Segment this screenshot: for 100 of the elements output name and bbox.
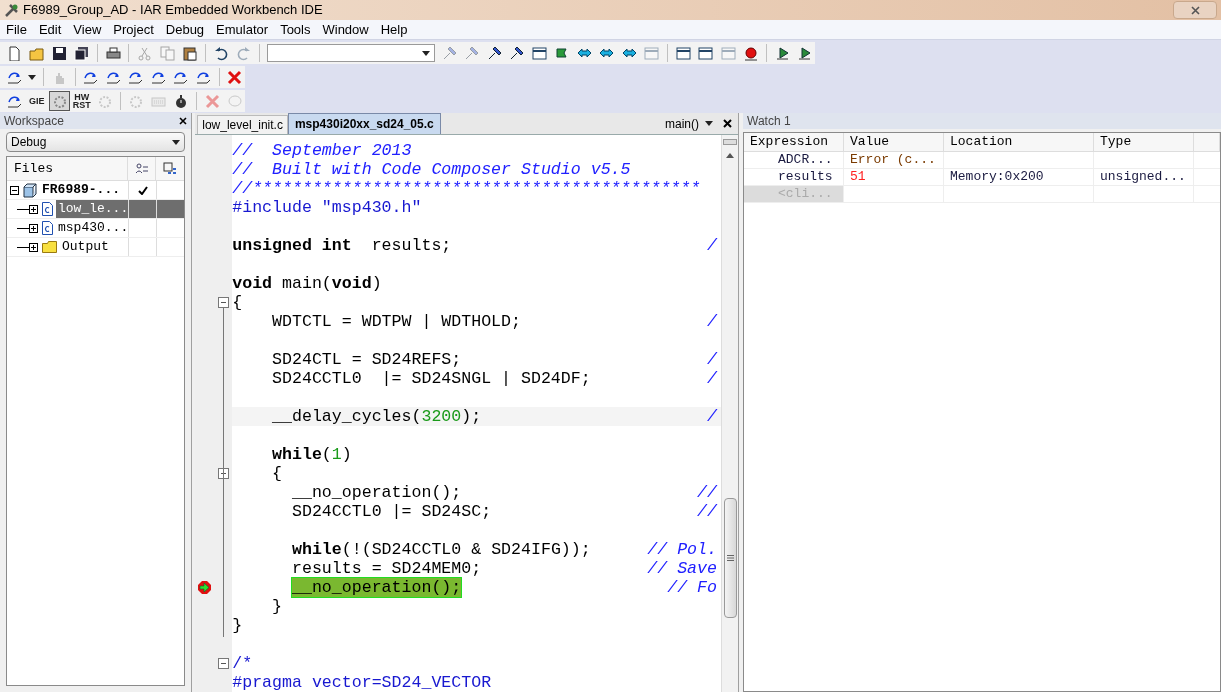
close-icon [1190,5,1200,15]
column-header[interactable]: Expression [744,133,844,151]
minus-icon [220,660,228,667]
breakpoint-icon [743,45,759,61]
caret-icon [421,50,430,56]
function-dropdown[interactable]: main() [661,113,717,134]
tree-item[interactable]: Output [60,238,185,256]
plus-icon [30,205,37,213]
menu-item[interactable]: Project [107,19,160,40]
tree-item[interactable]: low_le... [56,200,185,218]
code-comment: / [707,407,717,426]
cancel-icon [204,93,220,109]
editor-tab[interactable]: low_level_init.c [197,115,288,134]
expand-toggle[interactable] [29,223,38,233]
flag-icon [554,45,570,61]
code-line: WDTCTL = WDTPW | WDTHOLD; [271,312,521,331]
tree-item[interactable]: msp430... [56,219,185,237]
code-line: SD24CTL = SD24REFS; [271,350,462,369]
window-icon [675,45,691,61]
folder-icon [29,45,45,61]
step-icon [105,69,121,85]
column-header[interactable]: Value [844,133,944,151]
build-icon[interactable] [163,161,178,176]
fold-toggle[interactable] [218,658,230,669]
menu-item[interactable]: Help [374,19,414,40]
table-cell: ADCR... [744,152,844,168]
code-line: SD24CCTL0 |= SD24SC; [290,502,492,521]
breakpoint-arrow-icon[interactable] [198,581,212,594]
folder-icon [42,241,57,253]
table-cell: Memory:0x200 [944,169,1094,185]
step-icon [150,69,166,85]
c-file-icon [42,221,53,235]
close-icon[interactable] [723,119,732,128]
code-line: void main(void) [232,274,382,293]
close-button[interactable] [1173,1,1217,19]
redo-icon [236,45,252,61]
collapse-toggle[interactable] [10,185,19,195]
cube-icon [23,182,37,198]
expand-toggle[interactable] [29,242,38,252]
column-header[interactable]: Type [1094,133,1194,151]
tree-item[interactable]: FR6989-... [40,181,185,199]
caret-icon [28,74,37,80]
code-comment: / [707,236,717,255]
code-line: // Built with Code Composer Studio v5.5 [232,160,631,179]
expand-toggle[interactable] [29,204,38,214]
configuration-dropdown[interactable]: Debug [6,132,186,152]
step-icon [195,69,211,85]
code-line: __delay_cycles(3200); [271,407,482,426]
plus-icon [30,243,37,251]
menu-item[interactable]: Edit [32,19,68,40]
pin-icon [486,45,502,61]
c-file-icon [42,202,53,216]
toolbar-button[interactable]: HW RST [71,91,93,111]
scroll-thumb[interactable] [723,498,737,618]
code-comment: / [707,312,717,331]
menu-item[interactable]: Emulator [210,19,275,40]
table-cell: results [744,169,844,185]
close-icon[interactable] [179,117,188,125]
code-line: } [232,616,243,635]
code-comment: // Pol. [647,540,717,559]
split-handle[interactable] [723,139,737,145]
code-line: //********************************************* [232,179,701,198]
panel-title: Workspace [4,113,64,130]
menu-item[interactable]: Tools [274,19,317,40]
caret-icon [705,121,713,126]
menu-item[interactable]: Window [316,19,375,40]
fold-toggle[interactable] [218,297,230,308]
window-icon [720,45,736,61]
step-icon [128,69,144,85]
menu-item[interactable]: Debug [159,19,211,40]
editor-tab[interactable]: msp430i20xx_sd24_05.c [287,113,441,134]
code-line: { [232,293,243,312]
scroll-up-icon[interactable] [726,153,734,158]
step-icon [6,93,22,109]
options-icon[interactable] [134,162,149,175]
pin-icon [441,45,457,61]
scissors-icon [137,45,153,61]
table-cell: 51 [844,169,944,185]
code-line: #include "msp430.h" [232,198,422,217]
code-comment: // Save [647,559,717,578]
pin-icon [509,45,525,61]
code-line: while(!(SD24CCTL0 & SD24IFG)); [290,540,591,559]
tools-app-icon [4,2,19,18]
step-icon [83,69,99,85]
column-header[interactable]: Location [944,133,1094,151]
code-line: // September 2013 [232,141,412,160]
toolbar-button[interactable]: GIE [26,91,47,111]
code-line: results = SD24MEM0; [290,559,482,578]
document-icon [6,45,22,61]
code-comment: // [697,502,717,521]
search-combo-box[interactable] [266,44,435,62]
menu-item[interactable]: View [67,19,108,40]
floppy-icon [51,45,67,61]
code-line: while(1) [271,445,352,464]
pin-icon [464,45,480,61]
code-comment: / [707,369,717,388]
play-icon [774,45,790,61]
vertical-scrollbar[interactable] [721,135,738,692]
menu-item[interactable]: File [0,19,33,40]
code-comment: // Fo [667,578,717,597]
